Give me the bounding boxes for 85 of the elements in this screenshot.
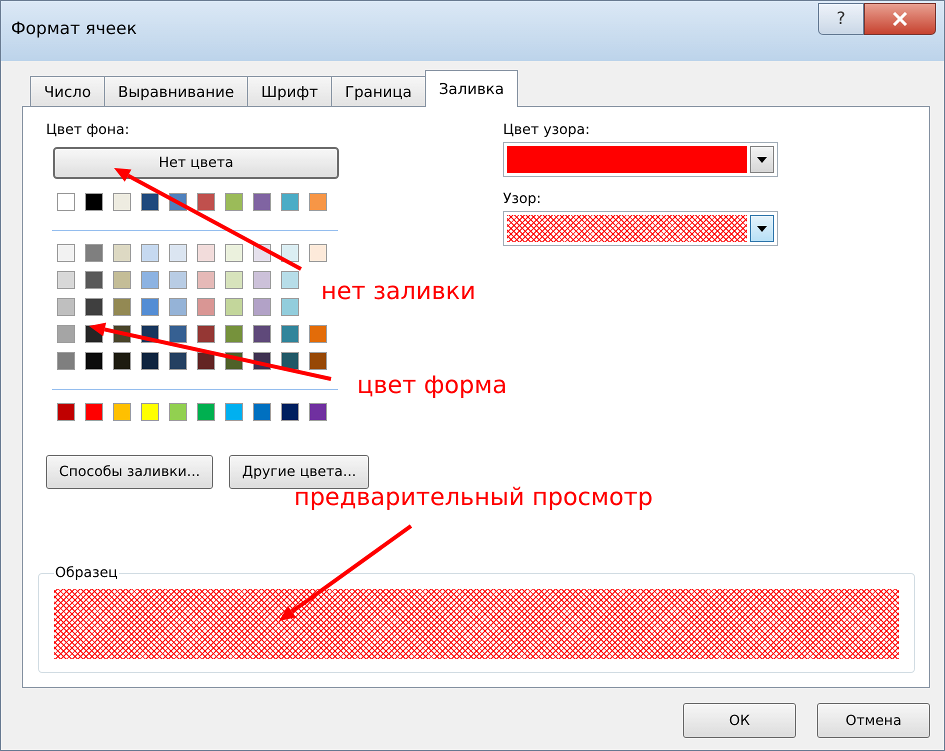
annotation-text: нет заливки (321, 277, 476, 305)
color-swatch[interactable] (309, 403, 327, 421)
color-swatch[interactable] (57, 403, 75, 421)
color-swatch[interactable] (169, 271, 187, 289)
color-swatch[interactable] (197, 325, 215, 343)
color-swatch[interactable] (253, 271, 271, 289)
color-swatch[interactable] (141, 271, 159, 289)
pattern-dropdown[interactable] (503, 211, 778, 246)
color-swatch[interactable] (113, 271, 131, 289)
color-swatch[interactable] (225, 271, 243, 289)
color-swatch[interactable] (281, 244, 299, 262)
color-swatch[interactable] (113, 193, 131, 211)
color-swatch[interactable] (141, 403, 159, 421)
dialog-button[interactable]: Другие цвета... (229, 455, 370, 489)
dropdown-arrow-icon (757, 156, 767, 162)
color-swatch[interactable] (281, 325, 299, 343)
color-swatch[interactable] (225, 244, 243, 262)
color-swatch[interactable] (169, 244, 187, 262)
color-swatch[interactable] (141, 244, 159, 262)
color-swatch[interactable] (197, 352, 215, 370)
color-swatch[interactable] (85, 193, 103, 211)
color-swatch[interactable] (57, 271, 75, 289)
color-swatch[interactable] (141, 298, 159, 316)
close-icon (892, 12, 908, 26)
tab[interactable]: Шрифт (247, 76, 332, 106)
color-swatch[interactable] (57, 193, 75, 211)
color-swatch[interactable] (169, 352, 187, 370)
field-label: Узор: (503, 191, 542, 209)
tab[interactable]: Число (30, 76, 106, 106)
pattern-color-dropdown[interactable] (503, 142, 778, 177)
color-swatch[interactable] (197, 244, 215, 262)
tab[interactable]: Граница (330, 76, 426, 106)
color-swatch[interactable] (57, 352, 75, 370)
color-swatch[interactable] (141, 352, 159, 370)
color-swatch[interactable] (225, 325, 243, 343)
color-swatch[interactable] (113, 298, 131, 316)
color-swatch[interactable] (197, 403, 215, 421)
dropdown-arrow-icon (757, 226, 767, 232)
color-swatch[interactable] (169, 298, 187, 316)
help-button[interactable]: ? (818, 3, 864, 35)
color-swatch[interactable] (57, 325, 75, 343)
color-swatch[interactable] (197, 193, 215, 211)
color-swatch[interactable] (113, 403, 131, 421)
color-swatch[interactable] (57, 298, 75, 316)
color-swatch[interactable] (113, 352, 131, 370)
color-swatch[interactable] (225, 403, 243, 421)
color-swatch[interactable] (225, 193, 243, 211)
close-button[interactable] (864, 3, 936, 35)
color-swatch[interactable] (197, 298, 215, 316)
window-title: Формат ячеек (11, 19, 137, 39)
color-swatch[interactable] (309, 325, 327, 343)
color-swatch[interactable] (253, 298, 271, 316)
dialog-button[interactable]: Способы заливки... (46, 455, 214, 489)
tab[interactable]: Заливка (424, 70, 518, 107)
tab[interactable]: Выравнивание (104, 76, 248, 106)
color-swatch[interactable] (169, 325, 187, 343)
color-swatch[interactable] (225, 298, 243, 316)
color-swatch[interactable] (281, 193, 299, 211)
color-swatch[interactable] (85, 271, 103, 289)
no-color-button[interactable]: Нет цвета (53, 147, 339, 179)
color-swatch[interactable] (85, 403, 103, 421)
annotation-text: цвет форма (357, 371, 508, 399)
color-swatch[interactable] (85, 298, 103, 316)
color-swatch[interactable] (253, 403, 271, 421)
field-label: Цвет узора: (503, 122, 591, 140)
color-swatch[interactable] (281, 271, 299, 289)
color-swatch[interactable] (85, 244, 103, 262)
color-swatch[interactable] (253, 325, 271, 343)
color-swatch[interactable] (169, 403, 187, 421)
group-label: Образец (54, 565, 119, 581)
dialog-button[interactable]: Отмена (817, 703, 930, 738)
color-swatch[interactable] (309, 352, 327, 370)
color-swatch[interactable] (309, 244, 327, 262)
color-swatch[interactable] (253, 193, 271, 211)
color-swatch[interactable] (309, 193, 327, 211)
color-swatch[interactable] (57, 244, 75, 262)
color-swatch[interactable] (85, 352, 103, 370)
color-swatch[interactable] (141, 193, 159, 211)
color-swatch[interactable] (113, 244, 131, 262)
color-swatch[interactable] (281, 352, 299, 370)
dialog-button[interactable]: ОК (683, 703, 796, 738)
color-swatch[interactable] (281, 403, 299, 421)
field-label: Цвет фона: (46, 122, 130, 140)
color-swatch[interactable] (197, 271, 215, 289)
color-swatch[interactable] (281, 298, 299, 316)
